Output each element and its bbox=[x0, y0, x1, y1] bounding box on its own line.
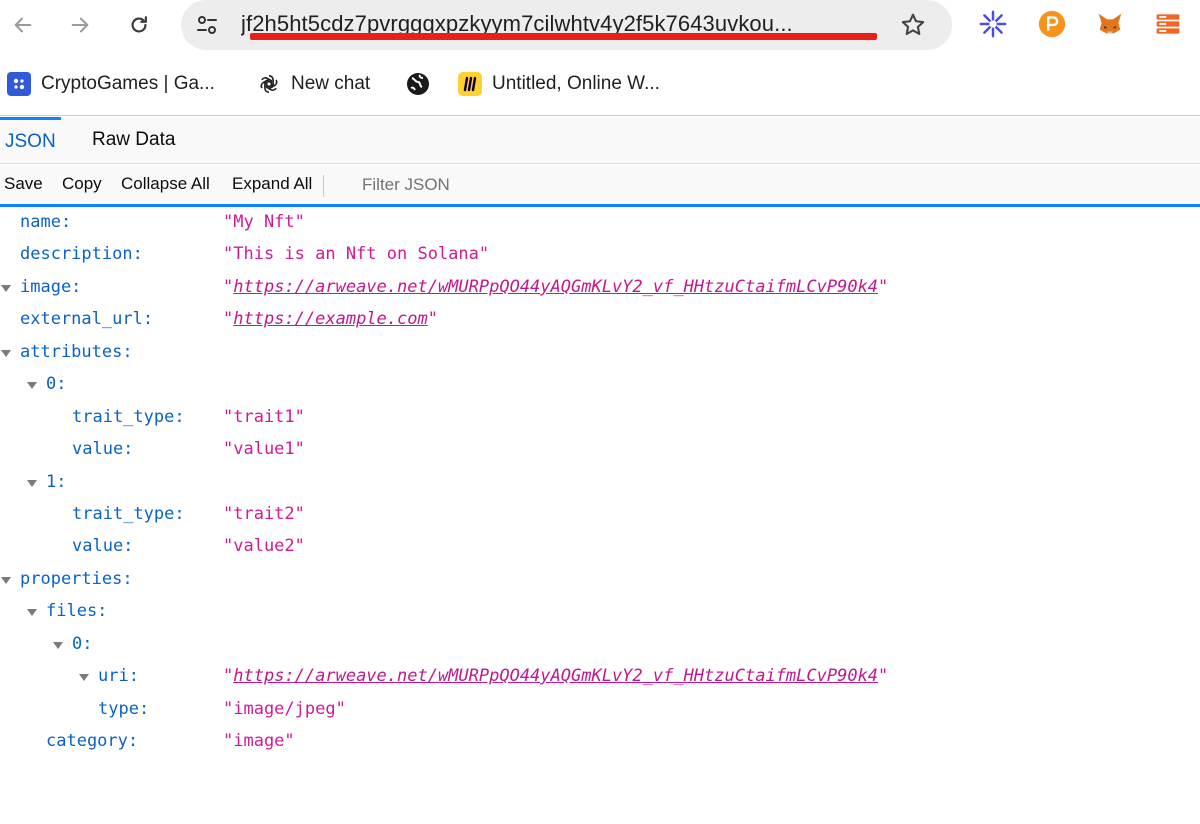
tree-row-description[interactable]: description: "This is an Nft on Solana" bbox=[0, 240, 1200, 272]
json-key: description: bbox=[20, 244, 143, 264]
extension-server-button[interactable] bbox=[1152, 8, 1184, 40]
miro-favicon bbox=[458, 72, 482, 96]
json-key: category: bbox=[46, 731, 139, 751]
reload-icon bbox=[131, 16, 147, 33]
json-key: 1: bbox=[46, 472, 67, 492]
json-key: trait_type: bbox=[72, 504, 185, 524]
bookmark-cryptogames[interactable]: CryptoGames | Ga... bbox=[7, 71, 215, 97]
tree-row-files[interactable]: files: bbox=[0, 597, 1200, 629]
json-value: "My Nft" bbox=[223, 212, 305, 232]
bookmark-globe[interactable] bbox=[406, 71, 440, 97]
json-key: attributes: bbox=[20, 342, 133, 362]
expand-toggle-icon[interactable] bbox=[1, 285, 11, 292]
expand-toggle-icon[interactable] bbox=[1, 577, 11, 584]
fox-extension-icon bbox=[1098, 13, 1122, 34]
bookmark-label: Untitled, Online W... bbox=[492, 73, 660, 94]
reload-button[interactable] bbox=[122, 8, 156, 42]
site-settings-icon[interactable] bbox=[194, 12, 220, 38]
json-key: value: bbox=[72, 439, 134, 459]
expand-toggle-icon[interactable] bbox=[1, 350, 11, 357]
tab-json[interactable]: JSON bbox=[0, 117, 61, 164]
tree-row-image[interactable]: image: "https://arweave.net/wMURPpQO44yA… bbox=[0, 273, 1200, 305]
extension-phantom-button[interactable] bbox=[1036, 8, 1068, 40]
json-key: external_url: bbox=[20, 309, 154, 329]
bookmark-label: CryptoGames | Ga... bbox=[41, 73, 215, 94]
save-button[interactable]: Save bbox=[4, 174, 43, 194]
tree-row-type[interactable]: type: "image/jpeg" bbox=[0, 695, 1200, 727]
json-actions-toolbar: Save Copy Collapse All Expand All bbox=[0, 165, 1200, 207]
openai-knot-icon bbox=[257, 72, 281, 96]
bookmark-new-chat[interactable]: New chat bbox=[257, 71, 370, 97]
uri-link[interactable]: https://arweave.net/wMURPpQO44yAQGmKLvY2… bbox=[233, 666, 878, 686]
tree-row-attributes[interactable]: attributes: bbox=[0, 338, 1200, 370]
json-key: properties: bbox=[20, 569, 133, 589]
tree-row-files-0[interactable]: 0: bbox=[0, 630, 1200, 662]
globe-icon bbox=[406, 72, 430, 96]
tree-row-properties[interactable]: properties: bbox=[0, 565, 1200, 597]
server-stack-icon bbox=[1156, 14, 1180, 34]
bookmark-miro[interactable]: Untitled, Online W... bbox=[458, 71, 660, 97]
json-key: 0: bbox=[46, 374, 67, 394]
tree-row-attributes-0[interactable]: 0: bbox=[0, 370, 1200, 402]
json-key: 0: bbox=[72, 634, 93, 654]
tree-row-uri[interactable]: uri: "https://arweave.net/wMURPpQO44yAQG… bbox=[0, 662, 1200, 694]
tree-row-trait-type[interactable]: trait_type: "trait1" bbox=[0, 403, 1200, 435]
json-value: "https://arweave.net/wMURPpQO44yAQGmKLvY… bbox=[223, 277, 889, 297]
collapse-all-button[interactable]: Collapse All bbox=[121, 174, 210, 194]
expand-toggle-icon[interactable] bbox=[27, 480, 37, 487]
tree-row-trait-type[interactable]: trait_type: "trait2" bbox=[0, 500, 1200, 532]
tab-raw-data[interactable]: Raw Data bbox=[87, 117, 180, 164]
tree-row-value[interactable]: value: "value1" bbox=[0, 435, 1200, 467]
back-button[interactable] bbox=[6, 8, 40, 42]
json-value: "trait2" bbox=[223, 504, 305, 524]
json-key: image: bbox=[20, 277, 82, 297]
cryptogames-favicon bbox=[7, 72, 31, 96]
json-value: "https://arweave.net/wMURPpQO44yAQGmKLvY… bbox=[223, 666, 889, 686]
expand-toggle-icon[interactable] bbox=[79, 674, 89, 681]
filter-json-input[interactable] bbox=[350, 169, 650, 201]
json-value: "value2" bbox=[223, 536, 305, 556]
copy-button[interactable]: Copy bbox=[62, 174, 102, 194]
extension-sun-button[interactable] bbox=[977, 8, 1009, 40]
sparkle-extension-icon bbox=[979, 10, 1007, 38]
json-value: "https://example.com" bbox=[223, 309, 438, 329]
arrow-left-icon bbox=[14, 17, 32, 33]
expand-toggle-icon[interactable] bbox=[53, 642, 63, 649]
json-key: type: bbox=[98, 699, 150, 719]
tree-row-attributes-1[interactable]: 1: bbox=[0, 468, 1200, 500]
json-key: value: bbox=[72, 536, 134, 556]
arrow-right-icon bbox=[71, 17, 89, 33]
toolbar-divider bbox=[323, 175, 324, 197]
image-url-link[interactable]: https://arweave.net/wMURPpQO44yAQGmKLvY2… bbox=[233, 277, 878, 297]
json-value: "trait1" bbox=[223, 407, 305, 427]
red-underline-annotation bbox=[250, 33, 877, 40]
extension-metamask-button[interactable] bbox=[1094, 8, 1126, 40]
json-key: uri: bbox=[98, 666, 139, 686]
p-coin-extension-icon bbox=[1038, 10, 1066, 38]
tree-row-value[interactable]: value: "value2" bbox=[0, 532, 1200, 564]
bookmark-star-icon[interactable] bbox=[899, 11, 927, 39]
viewer-tabs: JSON Raw Data bbox=[0, 117, 1200, 164]
json-value: "image" bbox=[223, 731, 295, 751]
bookmarks-bar: CryptoGames | Ga... New chat Untitled, O… bbox=[0, 52, 1200, 116]
expand-toggle-icon[interactable] bbox=[27, 382, 37, 389]
tree-row-category[interactable]: category: "image" bbox=[0, 727, 1200, 759]
json-value: "This is an Nft on Solana" bbox=[223, 244, 490, 264]
tree-row-external-url[interactable]: external_url: "https://example.com" bbox=[0, 305, 1200, 337]
bookmark-label: New chat bbox=[291, 73, 371, 94]
json-key: name: bbox=[20, 212, 72, 232]
browser-toolbar: jf2h5ht5cdz7pvrggqxpzkyym7cilwhtv4y2f5k7… bbox=[0, 0, 1200, 52]
expand-all-button[interactable]: Expand All bbox=[232, 174, 312, 194]
json-value: "value1" bbox=[223, 439, 305, 459]
address-bar[interactable]: jf2h5ht5cdz7pvrggqxpzkyym7cilwhtv4y2f5k7… bbox=[181, 0, 952, 50]
forward-button[interactable] bbox=[63, 8, 97, 42]
json-key: files: bbox=[46, 601, 108, 621]
json-key: trait_type: bbox=[72, 407, 185, 427]
json-value: "image/jpeg" bbox=[223, 699, 346, 719]
expand-toggle-icon[interactable] bbox=[27, 609, 37, 616]
external-url-link[interactable]: https://example.com bbox=[233, 309, 427, 329]
tree-row-name[interactable]: name: "My Nft" bbox=[0, 208, 1200, 240]
